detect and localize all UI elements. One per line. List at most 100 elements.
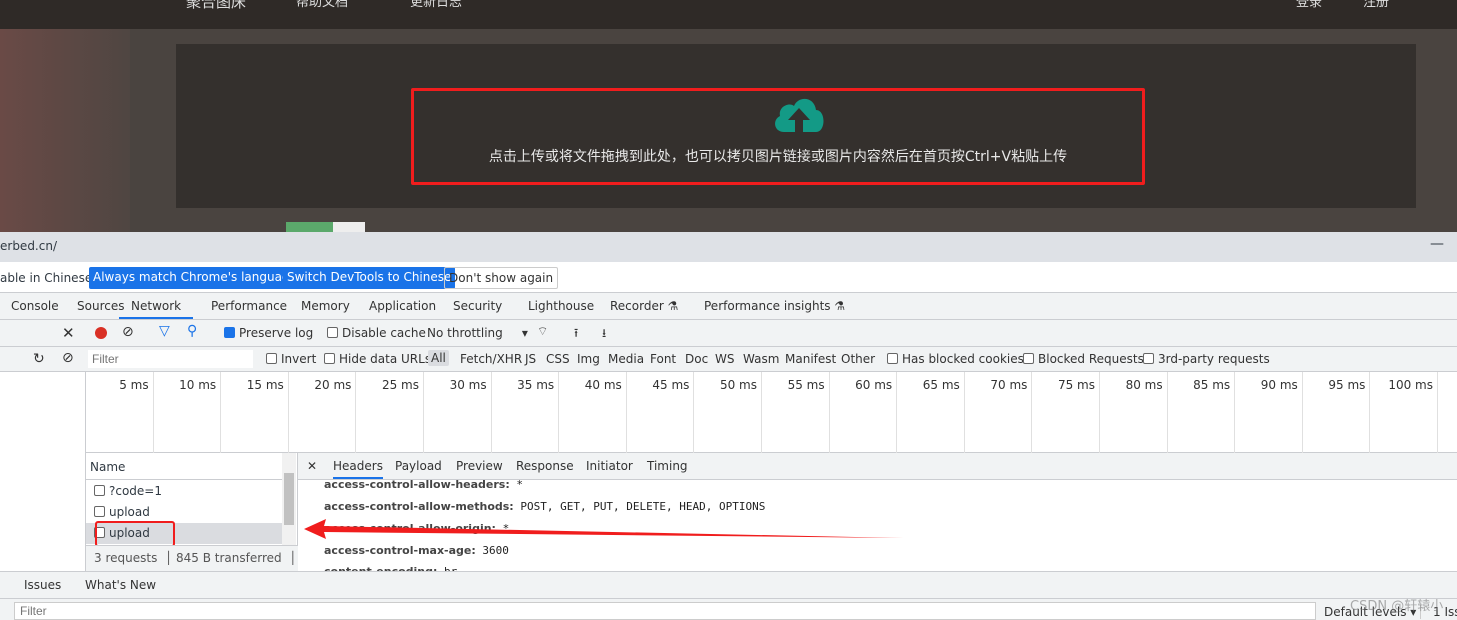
tab-preview[interactable]: Preview xyxy=(456,459,503,473)
tab-whats-new[interactable]: What's New xyxy=(85,578,156,592)
drawer-tabs: Issues What's New xyxy=(0,571,1457,599)
type-media[interactable]: Media xyxy=(608,352,644,366)
minimize-icon[interactable]: — xyxy=(1430,236,1444,252)
hide-data-urls-checkbox[interactable]: Hide data URLs xyxy=(324,352,431,366)
timeline-tick: 75 ms xyxy=(1032,372,1100,453)
close-details-icon[interactable]: ✕ xyxy=(307,459,317,473)
type-ws[interactable]: WS xyxy=(715,352,734,366)
timeline-tick: 95 ms xyxy=(1303,372,1371,453)
tab-initiator[interactable]: Initiator xyxy=(586,459,633,473)
timeline-tick: 25 ms xyxy=(356,372,424,453)
blocked-requests-checkbox[interactable]: Blocked Requests xyxy=(1023,352,1144,366)
status-bar: 3 requests │ 845 B transferred │ 18 xyxy=(86,545,298,571)
tab-lighthouse[interactable]: Lighthouse xyxy=(528,299,594,313)
close-icon[interactable]: ✕ xyxy=(62,324,75,342)
tab-payload[interactable]: Payload xyxy=(395,459,442,473)
upload-hint: 点击上传或将文件拖拽到此处，也可以拷贝图片链接或图片内容然后在首页按Ctrl+V… xyxy=(488,149,1068,165)
request-details: ✕ Headers Payload Preview Response Initi… xyxy=(298,453,1457,578)
filter-input[interactable] xyxy=(88,350,253,368)
timeline-tick: 100 ms xyxy=(1370,372,1438,453)
preserve-log-checkbox[interactable]: Preserve log xyxy=(224,326,313,340)
invert-checkbox[interactable]: Invert xyxy=(266,352,316,366)
site-logo[interactable]: 聚合图床 xyxy=(186,0,246,12)
devtools-tabs: Console Sources Network Performance Memo… xyxy=(0,293,1457,320)
timeline-overview[interactable]: 5 ms 10 ms 15 ms 20 ms 25 ms 30 ms 35 ms 40 ms 4… xyxy=(86,372,1457,453)
tab-recorder[interactable]: Recorder ⚗ xyxy=(610,299,678,313)
header-line: access-control-max-age: 3600 xyxy=(324,544,509,557)
type-other[interactable]: Other xyxy=(841,352,875,366)
timeline-tick: 35 ms xyxy=(492,372,560,453)
blocked-cookies-checkbox[interactable]: Has blocked cookies xyxy=(887,352,1024,366)
type-css[interactable]: CSS xyxy=(546,352,570,366)
filter-icon[interactable]: ▽ xyxy=(159,323,170,339)
tab-security[interactable]: Security xyxy=(453,299,502,313)
type-font[interactable]: Font xyxy=(650,352,676,366)
dont-show-again-button[interactable]: Don't show again xyxy=(444,267,559,289)
block-icon[interactable]: ⊘ xyxy=(62,350,74,366)
site-navbar: 聚合图床 帮助文档 更新日志 登录 注册 xyxy=(0,0,1457,29)
third-party-checkbox[interactable]: 3rd-party requests xyxy=(1143,352,1270,366)
type-all[interactable]: All xyxy=(428,350,449,366)
tab-sources[interactable]: Sources xyxy=(77,299,124,313)
timeline-tick: 20 ms xyxy=(289,372,357,453)
type-js[interactable]: JS xyxy=(525,352,536,366)
network-conditions-icon[interactable]: ⌔ xyxy=(537,324,548,339)
watermark: CSDN @轩辕小 xyxy=(1350,599,1444,614)
header-line: access-control-allow-headers: * xyxy=(324,478,523,491)
tab-performance-insights[interactable]: Performance insights ⚗ xyxy=(704,299,845,313)
throttling-select[interactable]: No throttling ▾ xyxy=(427,326,528,340)
tab-headers[interactable]: Headers xyxy=(333,459,383,479)
clear-icon[interactable]: ⊘ xyxy=(122,324,134,340)
switch-chinese-button[interactable]: Switch DevTools to Chinese xyxy=(283,267,456,289)
tab-memory[interactable]: Memory xyxy=(301,299,350,313)
network-toolbar: ✕ ⊘ ▽ ⚲ Preserve log Disable cache No th… xyxy=(0,320,1457,347)
type-manifest[interactable]: Manifest xyxy=(785,352,836,366)
timeline-tick: 85 ms xyxy=(1168,372,1236,453)
type-fetch-xhr[interactable]: Fetch/XHR xyxy=(460,352,522,366)
tab-response[interactable]: Response xyxy=(516,459,574,473)
cloud-upload-icon xyxy=(775,98,824,132)
import-har-icon[interactable]: ⭱ xyxy=(574,324,578,345)
nav-changelog[interactable]: 更新日志 xyxy=(410,0,462,10)
reload-icon[interactable]: ↻ xyxy=(33,351,45,367)
detail-tabs: ✕ Headers Payload Preview Response Initi… xyxy=(298,453,1457,480)
nav-register[interactable]: 注册 xyxy=(1363,0,1389,10)
search-icon[interactable]: ⚲ xyxy=(187,323,197,339)
highlight-annotation xyxy=(95,521,175,547)
website-viewport: 聚合图床 帮助文档 更新日志 登录 注册 点击上传或将文件拖拽到此处，也可以拷贝… xyxy=(0,0,1457,232)
console-filter-input[interactable] xyxy=(14,602,1316,620)
arrow-annotation xyxy=(304,519,904,539)
request-row[interactable]: upload xyxy=(86,502,282,523)
timeline-tick: 50 ms xyxy=(694,372,762,453)
timeline-tick: 60 ms xyxy=(830,372,898,453)
timeline-tick: 90 ms xyxy=(1235,372,1303,453)
disable-cache-checkbox[interactable]: Disable cache xyxy=(327,326,426,340)
type-wasm[interactable]: Wasm xyxy=(743,352,779,366)
tab-performance[interactable]: Performance xyxy=(211,299,287,313)
tab-issues[interactable]: Issues xyxy=(24,578,61,592)
upload-dropzone[interactable]: 点击上传或将文件拖拽到此处，也可以拷贝图片链接或图片内容然后在首页按Ctrl+V… xyxy=(411,88,1145,185)
tab-timing[interactable]: Timing xyxy=(647,459,688,473)
tab-network[interactable]: Network xyxy=(119,299,194,319)
header-line: access-control-allow-methods: POST, GET,… xyxy=(324,500,766,513)
export-har-icon[interactable]: ⭳ xyxy=(602,324,606,345)
tab-application[interactable]: Application xyxy=(369,299,436,313)
language-infobar: able in Chinese! Always match Chrome's l… xyxy=(0,262,1457,293)
page-url: erbed.cn/ xyxy=(0,239,57,253)
request-row[interactable]: ?code=1 xyxy=(86,481,282,502)
background-image xyxy=(0,28,130,232)
match-language-button[interactable]: Always match Chrome's language xyxy=(89,267,301,289)
type-img[interactable]: Img xyxy=(577,352,600,366)
upload-progress xyxy=(286,222,365,232)
timeline-tick: 45 ms xyxy=(627,372,695,453)
name-column-header[interactable]: Name xyxy=(86,453,282,480)
tab-console[interactable]: Console xyxy=(11,299,59,313)
timeline-tick: 30 ms xyxy=(424,372,492,453)
console-filter-bar: Default levels ▾ 1 Issue CSDN @轩辕小 xyxy=(0,599,1457,620)
devtools-titlebar: erbed.cn/ — xyxy=(0,232,1457,262)
nav-help[interactable]: 帮助文档 xyxy=(296,0,348,10)
scrollbar[interactable] xyxy=(282,453,296,545)
nav-login[interactable]: 登录 xyxy=(1296,0,1322,10)
type-doc[interactable]: Doc xyxy=(685,352,708,366)
record-icon[interactable] xyxy=(95,327,107,339)
